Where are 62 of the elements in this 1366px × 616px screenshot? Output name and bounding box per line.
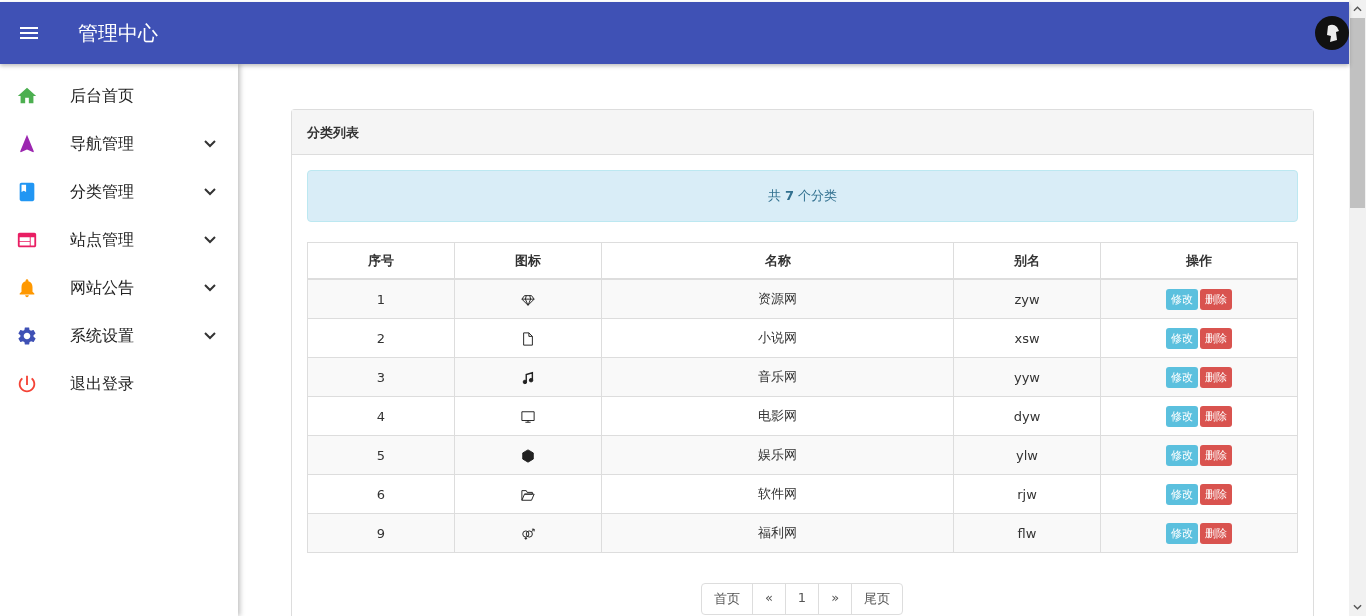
edit-button[interactable]: 修改: [1166, 288, 1198, 310]
pagination-link[interactable]: »: [818, 583, 853, 615]
panel-title: 分类列表: [307, 125, 359, 140]
edit-button[interactable]: 修改: [1166, 483, 1198, 505]
sidebar-item[interactable]: 分类管理: [0, 168, 238, 216]
cube-icon: [521, 448, 535, 463]
table-cell: 3: [307, 357, 455, 397]
delete-button[interactable]: 删除: [1200, 483, 1232, 505]
edit-button[interactable]: 修改: [1166, 366, 1198, 388]
table-cell: yyw: [953, 357, 1101, 397]
table-cell: 福利网: [601, 513, 954, 553]
scroll-down-icon[interactable]: [1353, 604, 1362, 610]
table-cell: 音乐网: [601, 357, 954, 397]
sidebar-item[interactable]: 退出登录: [0, 360, 238, 408]
table-cell: 小说网: [601, 318, 954, 358]
monitor-icon: [521, 409, 535, 424]
delete-button[interactable]: 删除: [1200, 327, 1232, 349]
pagination-link[interactable]: «: [751, 583, 786, 615]
gem-icon: [521, 292, 535, 307]
pagination-link[interactable]: 尾页: [851, 583, 904, 615]
edit-button[interactable]: 修改: [1166, 405, 1198, 427]
sidebar-item[interactable]: 系统设置: [0, 312, 238, 360]
menu-icon[interactable]: [20, 27, 38, 39]
avatar-icon[interactable]: [1315, 16, 1349, 50]
table-cell: ylw: [953, 435, 1101, 475]
delete-button[interactable]: 删除: [1200, 522, 1232, 544]
file-icon: [521, 331, 535, 346]
table-cell: flw: [953, 513, 1101, 553]
table-cell: 4: [307, 396, 455, 436]
folder-icon: [521, 487, 535, 502]
delete-button[interactable]: 删除: [1200, 405, 1232, 427]
sidebar-item[interactable]: 后台首页: [0, 72, 238, 120]
table-cell: 电影网: [601, 396, 954, 436]
app-title: 管理中心: [78, 19, 158, 47]
table-cell: 资源网: [601, 279, 954, 319]
table-cell: 9: [307, 513, 455, 553]
sidebar-item[interactable]: 站点管理: [0, 216, 238, 264]
edit-button[interactable]: 修改: [1166, 444, 1198, 466]
scrollbar[interactable]: [1349, 0, 1366, 616]
scroll-up-icon[interactable]: [1353, 6, 1362, 12]
pagination-link[interactable]: 首页: [700, 583, 753, 615]
table-cell: 软件网: [601, 474, 954, 514]
delete-button[interactable]: 删除: [1200, 366, 1232, 388]
sidebar-item[interactable]: 网站公告: [0, 264, 238, 312]
delete-button[interactable]: 删除: [1200, 444, 1232, 466]
table-cell: 2: [307, 318, 455, 358]
edit-button[interactable]: 修改: [1166, 522, 1198, 544]
sidebar-item[interactable]: 导航管理: [0, 120, 238, 168]
info-alert: 共 7 个分类: [307, 170, 1298, 222]
delete-button[interactable]: 删除: [1200, 288, 1232, 310]
table-cell: 娱乐网: [601, 435, 954, 475]
pagination-link[interactable]: 1: [784, 583, 820, 615]
table-cell: 6: [307, 474, 455, 514]
table-cell: 1: [307, 279, 455, 319]
table-cell: zyw: [953, 279, 1101, 319]
table-cell: rjw: [953, 474, 1101, 514]
table-cell: 5: [307, 435, 455, 475]
edit-button[interactable]: 修改: [1166, 327, 1198, 349]
venus-mars-icon: [521, 526, 535, 541]
music-icon: [521, 370, 535, 385]
table-cell: dyw: [953, 396, 1101, 436]
table-cell: xsw: [953, 318, 1101, 358]
